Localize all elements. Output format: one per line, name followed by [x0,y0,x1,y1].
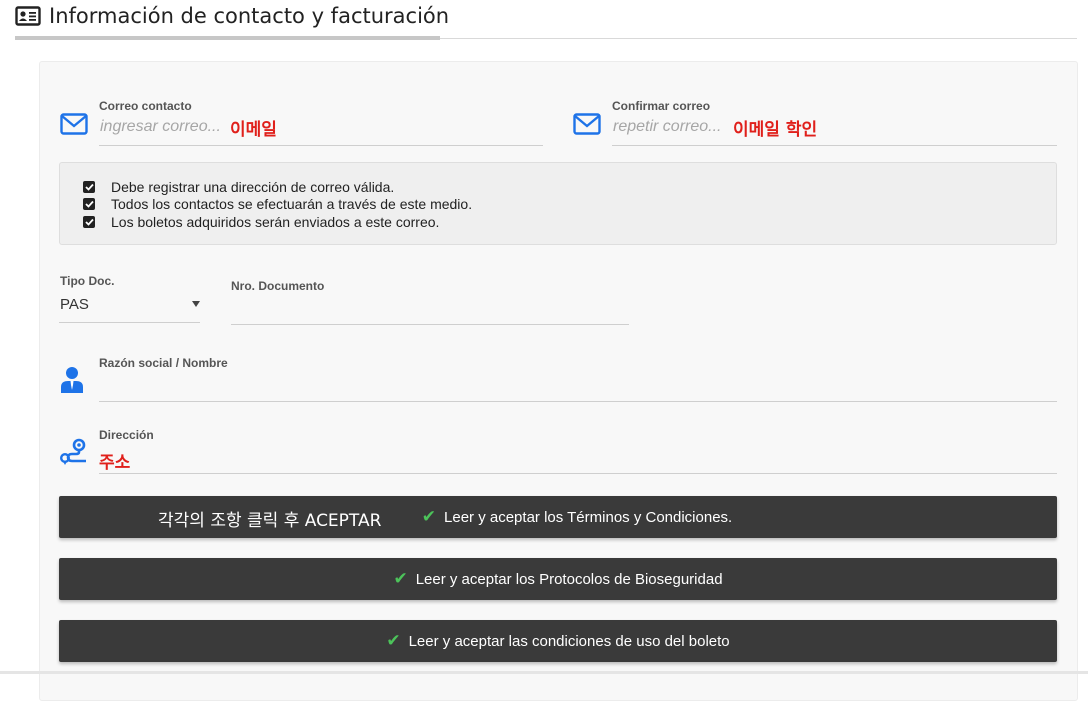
notice-text: Debe registrar una dirección de correo v… [111,179,395,195]
header-underline [15,36,440,40]
business-name-label: Razón social / Nombre [99,356,228,370]
doc-number-underline [231,324,629,325]
checked-box-icon [83,198,95,210]
notice-item: Los boletos adquiridos serán enviados a … [83,214,439,230]
page-title: Información de contacto y facturación [49,4,450,28]
checked-box-icon [83,181,95,193]
email-notice-box: Debe registrar una dirección de correo v… [59,162,1057,245]
check-icon: ✔ [386,631,401,650]
confirm-email-input[interactable]: repetir correo... [613,118,721,136]
address-underline [99,473,1057,474]
notice-item: Todos los contactos se efectuarán a trav… [83,196,472,212]
confirm-email-annotation: 이메일 학인 [733,120,818,140]
biosecurity-button[interactable]: ✔ Leer y aceptar los Protocolos de Biose… [59,558,1057,600]
chevron-down-icon[interactable] [192,301,200,307]
check-icon: ✔ [421,507,437,526]
email-annotation: 이메일 [230,120,277,140]
check-icon: ✔ [393,569,408,588]
section-header: Información de contacto y facturación [15,4,449,28]
notice-text: Los boletos adquiridos serán enviados a … [111,214,440,230]
instruction-annotation: 각각의 조항 클릭 후 ACEPTAR [158,511,382,531]
doc-type-underline [59,322,200,323]
business-name-underline [99,401,1057,402]
terms-button[interactable]: 각각의 조항 클릭 후 ACEPTAR ✔ Leer y aceptar los… [59,496,1057,538]
email-label: Correo contacto [99,99,192,113]
email-input[interactable]: ingresar correo... [100,118,221,136]
terms-button-label: Leer y aceptar los Términos y Condicione… [444,508,733,526]
notice-item: Debe registrar una dirección de correo v… [83,179,394,195]
notice-text: Todos los contactos se efectuarán a trav… [111,196,473,212]
doc-type-label: Tipo Doc. [60,274,115,288]
doc-number-input[interactable] [231,296,629,322]
contact-card-icon [15,6,41,26]
address-annotation: 주소 [99,453,131,473]
user-icon [61,367,83,393]
doc-type-select[interactable]: PAS [60,296,89,313]
checked-box-icon [83,216,95,228]
envelope-icon [573,113,601,135]
ticket-conditions-button-label: Leer y aceptar las condiciones de uso de… [408,632,730,650]
envelope-icon [60,113,88,135]
ticket-conditions-button[interactable]: ✔ Leer y aceptar las condiciones de uso … [59,620,1057,662]
confirm-email-underline [612,145,1057,146]
biosecurity-button-label: Leer y aceptar los Protocolos de Biosegu… [415,570,723,588]
business-name-input[interactable] [99,372,1057,398]
address-label: Dirección [99,428,154,442]
route-icon [60,438,86,465]
doc-number-label: Nro. Documento [231,279,325,293]
email-underline [99,145,543,146]
confirm-email-label: Confirmar correo [612,99,711,113]
